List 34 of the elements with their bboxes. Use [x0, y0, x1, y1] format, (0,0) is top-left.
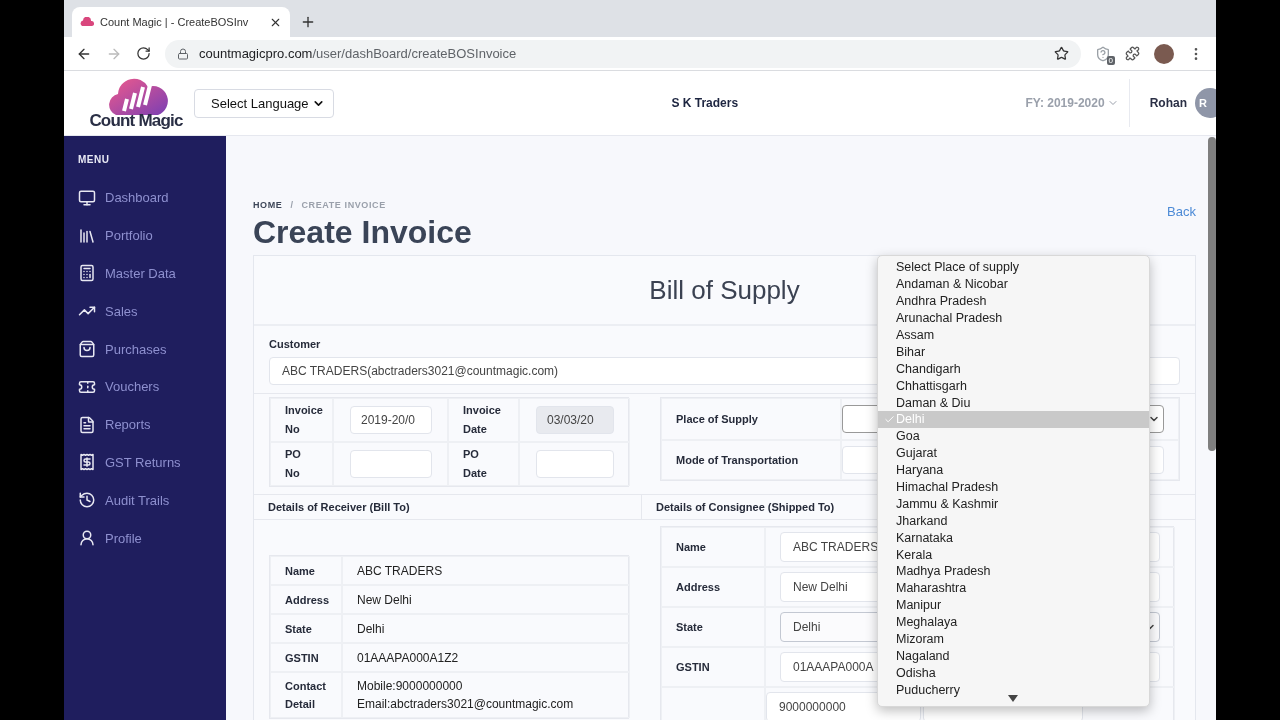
field-label: Invoice No: [285, 403, 323, 437]
url-text: countmagicpro.com/user/dashBoard/createBOSInvoice: [199, 46, 518, 61]
field-label: Address: [285, 592, 330, 608]
field-value: 01AAAPA000A1Z2: [357, 649, 459, 667]
section-heading: Details of Receiver (Bill To): [268, 501, 410, 513]
field-label: Place of Supply: [676, 413, 758, 425]
field-label: State: [676, 621, 703, 633]
field-label: Address: [676, 581, 721, 593]
field-value: Delhi: [357, 620, 385, 638]
menu-heading: MENU: [78, 154, 111, 165]
field-label: Name: [676, 541, 706, 553]
field-label: Mode of Transportation: [676, 454, 799, 466]
field-label: State: [285, 621, 312, 637]
field-label: GSTIN: [676, 661, 710, 673]
extension-badge: 0: [1106, 55, 1115, 65]
field-label: PO Date: [463, 447, 488, 481]
field-label: GSTIN: [285, 650, 319, 666]
field-label: Name: [285, 563, 315, 579]
field-value: Mobile:9000000000: [357, 678, 464, 695]
field-value: New Delhi: [357, 591, 412, 609]
field-label: Customer: [269, 338, 321, 350]
logo-text: Count Magic: [89, 111, 183, 131]
user-name: Rohan: [1148, 96, 1188, 110]
field-label: PO No: [285, 447, 302, 481]
tab-title: Count Magic | - CreateBOSInv: [100, 16, 250, 28]
card-title: Bill of Supply: [649, 274, 800, 306]
breadcrumb-separator: /: [290, 200, 294, 210]
field-label: Invoice Date: [463, 403, 502, 437]
field-value: ABC TRADERS: [357, 562, 443, 580]
field-label: Contact Detail: [285, 679, 327, 712]
company-name: S K Traders: [670, 96, 740, 110]
field-value: Email:abctraders3021@countmagic.com: [357, 696, 574, 713]
page-title: Create Invoice: [253, 214, 472, 251]
section-heading: Details of Consignee (Shipped To): [656, 501, 835, 513]
